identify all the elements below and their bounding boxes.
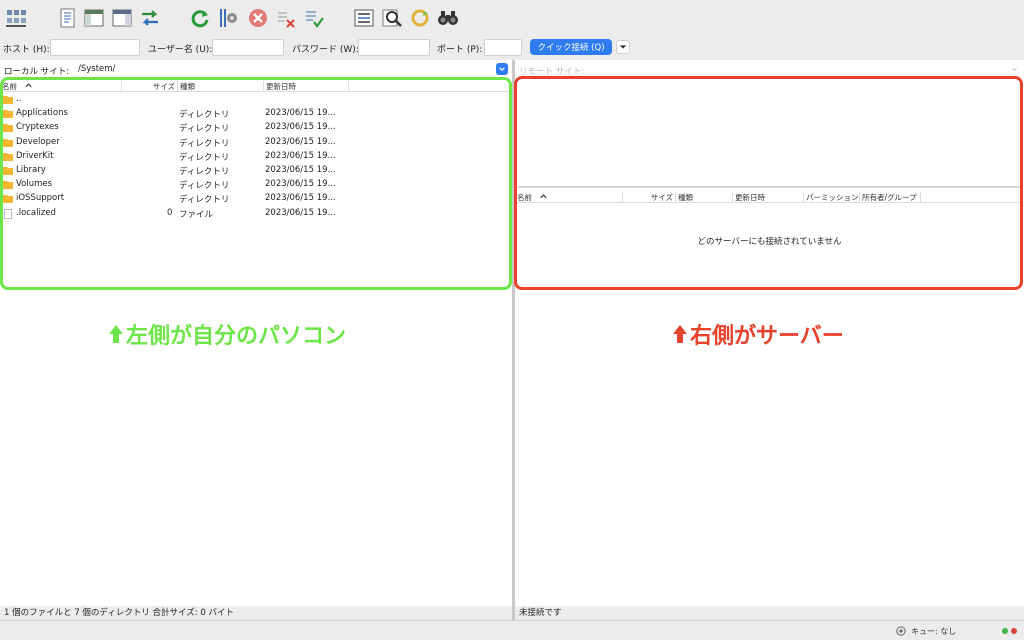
site-manager-icon[interactable] — [4, 6, 28, 30]
folder-icon — [3, 195, 13, 204]
remote-empty-message: どのサーバーにも接続されていません — [697, 237, 842, 247]
list-item[interactable]: Cryptexes ディレクトリ 2023/06/15 19... — [0, 121, 512, 135]
quick-connect-button[interactable]: クイック接続 (Q) — [530, 39, 612, 55]
username-label: ユーザー名 (U): — [148, 45, 213, 55]
local-site-bar: ローカル サイト: /System/ — [0, 60, 512, 78]
remote-site-label: リモート サイト: — [519, 67, 585, 77]
folder-icon — [3, 124, 13, 133]
arrow-up-icon — [109, 325, 123, 343]
column-owner[interactable]: 所有者/グループ — [860, 192, 921, 203]
right-caption: 右側がサーバー — [672, 318, 844, 350]
remote-tree-icon[interactable] — [110, 6, 134, 30]
list-item[interactable]: Developer ディレクトリ 2023/06/15 19... — [0, 136, 512, 150]
arrow-up-icon — [673, 325, 687, 343]
local-column-header: 名前 サイズ 種類 更新日時 — [0, 81, 512, 92]
file-icon — [4, 208, 12, 219]
column-permissions[interactable]: パーミッション — [804, 192, 860, 203]
dir-listing-filter-icon[interactable] — [352, 6, 376, 30]
password-label: パスワード (W): — [292, 45, 359, 55]
local-site-label: ローカル サイト: — [4, 67, 70, 77]
local-site-path[interactable]: /System/ — [74, 63, 494, 76]
list-item[interactable]: Library ディレクトリ 2023/06/15 19... — [0, 164, 512, 178]
column-name[interactable]: 名前 — [0, 81, 122, 92]
bottom-status-bar: キュー: なし — [0, 620, 1024, 640]
search-icon[interactable] — [436, 6, 460, 30]
port-input[interactable] — [484, 39, 522, 56]
folder-icon — [3, 110, 13, 119]
folder-icon — [3, 166, 13, 175]
local-site-dropdown[interactable] — [496, 63, 508, 75]
quick-connect-bar: ホスト (H): ユーザー名 (U): パスワード (W): ポート (P): … — [0, 36, 1024, 60]
folder-icon — [3, 181, 13, 190]
message-log-icon[interactable] — [56, 6, 80, 30]
remote-site-bar: リモート サイト: — [515, 60, 1024, 78]
column-type[interactable]: 種類 — [178, 81, 264, 92]
remote-tree[interactable] — [518, 80, 1021, 188]
process-queue-icon[interactable] — [216, 6, 240, 30]
list-item[interactable]: .localized 0 ファイル 2023/06/15 19... — [0, 207, 512, 221]
local-tree-icon[interactable] — [82, 6, 106, 30]
list-item[interactable]: Applications ディレクトリ 2023/06/15 19... — [0, 107, 512, 121]
column-type[interactable]: 種類 — [676, 192, 733, 203]
left-caption: 左側が自分のパソコン — [108, 318, 346, 350]
transfer-indicator-icon — [1002, 628, 1008, 634]
reconnect-icon[interactable] — [302, 6, 326, 30]
queue-icon — [896, 626, 906, 636]
column-modified[interactable]: 更新日時 — [733, 192, 804, 203]
username-input[interactable] — [212, 39, 284, 56]
remote-status-bar: 未接続です — [515, 606, 1024, 620]
disconnect-icon[interactable] — [274, 6, 298, 30]
folder-icon — [3, 138, 13, 147]
list-item[interactable]: DriverKit ディレクトリ 2023/06/15 19... — [0, 150, 512, 164]
chevron-down-icon — [619, 45, 627, 49]
password-input[interactable] — [358, 39, 430, 56]
sort-ascending-icon — [540, 194, 548, 199]
folder-icon — [3, 152, 13, 161]
column-name[interactable]: 名前 — [515, 192, 623, 203]
transfer-indicator-icon — [1011, 628, 1017, 634]
port-label: ポート (P): — [437, 45, 483, 55]
refresh-icon[interactable] — [188, 6, 212, 30]
column-modified[interactable]: 更新日時 — [264, 81, 349, 92]
local-status-bar: 1 個のファイルと 7 個のディレクトリ 合計サイズ: 0 バイト — [0, 606, 512, 620]
sort-ascending-icon — [25, 83, 33, 88]
folder-icon — [3, 96, 13, 104]
directory-compare-icon[interactable] — [380, 6, 404, 30]
cancel-icon[interactable] — [246, 6, 270, 30]
chevron-down-icon[interactable] — [1011, 66, 1018, 73]
chevron-down-icon — [499, 67, 505, 72]
host-input[interactable] — [50, 39, 140, 56]
list-item[interactable]: Volumes ディレクトリ 2023/06/15 19... — [0, 178, 512, 192]
column-size[interactable]: サイズ — [623, 192, 676, 203]
toolbar — [0, 0, 1024, 36]
host-label: ホスト (H): — [3, 45, 50, 55]
list-item[interactable]: .. — [0, 93, 512, 107]
column-size[interactable]: サイズ — [122, 81, 178, 92]
local-file-list: .. Applications ディレクトリ 2023/06/15 19... … — [0, 93, 512, 221]
sync-browsing-icon[interactable] — [408, 6, 432, 30]
quick-connect-dropdown[interactable] — [616, 40, 630, 54]
list-item[interactable]: iOSSupport ディレクトリ 2023/06/15 19... — [0, 192, 512, 206]
transfer-queue-icon[interactable] — [138, 6, 162, 30]
remote-column-header: 名前 サイズ 種類 更新日時 パーミッション 所有者/グループ — [515, 192, 1024, 203]
queue-status: キュー: なし — [911, 627, 957, 636]
